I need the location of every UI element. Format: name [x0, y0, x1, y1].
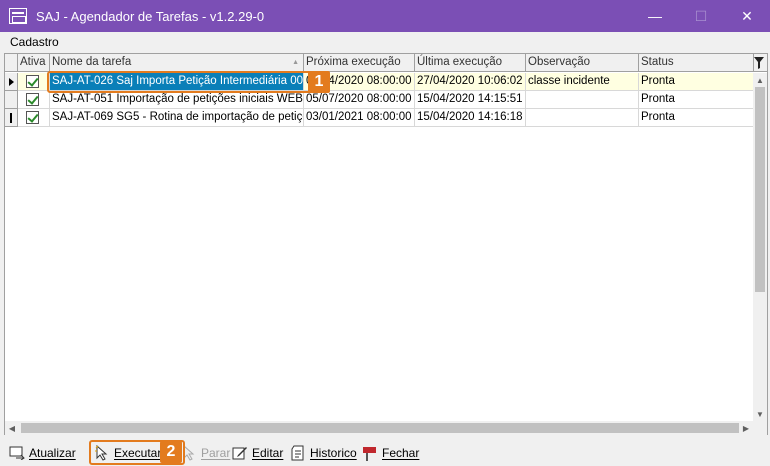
maximize-button[interactable]: ☐	[678, 0, 724, 32]
editar-label: Editar	[252, 446, 284, 460]
status-cell[interactable]: Pronta	[639, 91, 754, 109]
ativa-cell[interactable]	[18, 109, 50, 127]
row-indicator	[5, 73, 18, 91]
table-row[interactable]: SAJ-AT-051 Importação de petições inicia…	[5, 91, 754, 109]
ativa-checkbox[interactable]	[26, 75, 39, 88]
menu-bar: Cadastro	[0, 32, 770, 52]
callout-badge-2: 2	[160, 441, 182, 463]
column-header-ativa[interactable]: Ativa	[18, 54, 50, 72]
ultima-cell[interactable]: 15/04/2020 14:15:51	[415, 91, 526, 109]
parar-label: Parar	[201, 446, 231, 460]
column-header-proxima[interactable]: Próxima execução	[304, 54, 415, 72]
column-header-observacao[interactable]: Observação	[526, 54, 639, 72]
scroll-up-icon[interactable]: ▲	[753, 73, 767, 87]
column-header-nome[interactable]: Nome da tarefa ▲	[50, 54, 304, 72]
exit-sign-icon	[362, 445, 378, 461]
scroll-down-icon[interactable]: ▼	[753, 407, 767, 421]
table-row[interactable]: SAJ-AT-069 SG5 - Rotina de importação de…	[5, 109, 754, 127]
atualizar-button[interactable]: Atualizar	[9, 443, 76, 463]
ativa-checkbox[interactable]	[26, 93, 39, 106]
observacao-cell[interactable]	[526, 109, 639, 127]
ultima-cell[interactable]: 27/04/2020 10:06:02	[415, 73, 526, 91]
refresh-icon	[9, 445, 25, 461]
horizontal-scrollbar[interactable]: ◀ ▶	[5, 421, 753, 435]
column-header-nome-label: Nome da tarefa	[52, 56, 132, 68]
historico-label: Historico	[310, 446, 357, 460]
column-header-ultima[interactable]: Última execução	[415, 54, 526, 72]
window-title: SAJ - Agendador de Tarefas - v1.2.29-0	[36, 8, 265, 24]
tasks-grid: Ativa Nome da tarefa ▲ Próxima execução …	[4, 53, 768, 435]
nome-cell[interactable]: SAJ-AT-051 Importação de petições inicia…	[50, 91, 304, 109]
parar-button[interactable]: Parar	[181, 443, 230, 463]
fechar-label: Fechar	[382, 446, 420, 460]
ativa-cell[interactable]	[18, 91, 50, 109]
row-indicator	[5, 109, 18, 127]
app-icon	[9, 8, 27, 24]
historico-button[interactable]: Historico	[290, 443, 357, 463]
nome-cell[interactable]: SAJ-AT-069 SG5 - Rotina de importação de…	[50, 109, 304, 127]
scroll-right-icon[interactable]: ▶	[739, 421, 753, 435]
minimize-button[interactable]: —	[632, 0, 678, 32]
current-row-icon	[9, 78, 14, 86]
atualizar-label: Atualizar	[29, 446, 76, 460]
vertical-scroll-thumb[interactable]	[755, 87, 765, 292]
fechar-button[interactable]: Fechar	[362, 443, 419, 463]
observacao-cell[interactable]: classe incidente	[526, 73, 639, 91]
window-controls: — ☐ ✕	[632, 0, 770, 32]
close-button[interactable]: ✕	[724, 0, 770, 32]
header-indicator	[5, 54, 18, 72]
grid-header: Ativa Nome da tarefa ▲ Próxima execução …	[5, 54, 767, 72]
callout-badge-1: 1	[308, 71, 330, 93]
scroll-left-icon[interactable]: ◀	[5, 421, 19, 435]
menu-cadastro[interactable]: Cadastro	[10, 35, 59, 49]
ativa-checkbox[interactable]	[26, 111, 39, 124]
filter-icon[interactable]	[753, 56, 765, 70]
column-header-status[interactable]: Status	[639, 54, 754, 72]
edit-icon	[232, 445, 248, 461]
status-cell[interactable]: Pronta	[639, 73, 754, 91]
sort-arrow-icon: ▲	[292, 59, 299, 66]
proxima-cell[interactable]: 03/01/2021 08:00:00	[304, 109, 415, 127]
proxima-cell[interactable]: 05/07/2020 08:00:00	[304, 91, 415, 109]
vertical-scrollbar[interactable]: ▲ ▼	[753, 73, 767, 421]
observacao-cell[interactable]	[526, 91, 639, 109]
title-bar: SAJ - Agendador de Tarefas - v1.2.29-0 —…	[0, 0, 770, 32]
history-icon	[290, 445, 306, 461]
cursor-icon	[10, 113, 12, 123]
scroll-corner	[753, 421, 767, 435]
status-cell[interactable]: Pronta	[639, 109, 754, 127]
callout-highlight-1	[47, 71, 329, 93]
ultima-cell[interactable]: 15/04/2020 14:16:18	[415, 109, 526, 127]
ativa-cell[interactable]	[18, 73, 50, 91]
editar-button[interactable]: Editar	[232, 443, 283, 463]
horizontal-scroll-thumb[interactable]	[21, 423, 739, 433]
row-indicator	[5, 91, 18, 109]
